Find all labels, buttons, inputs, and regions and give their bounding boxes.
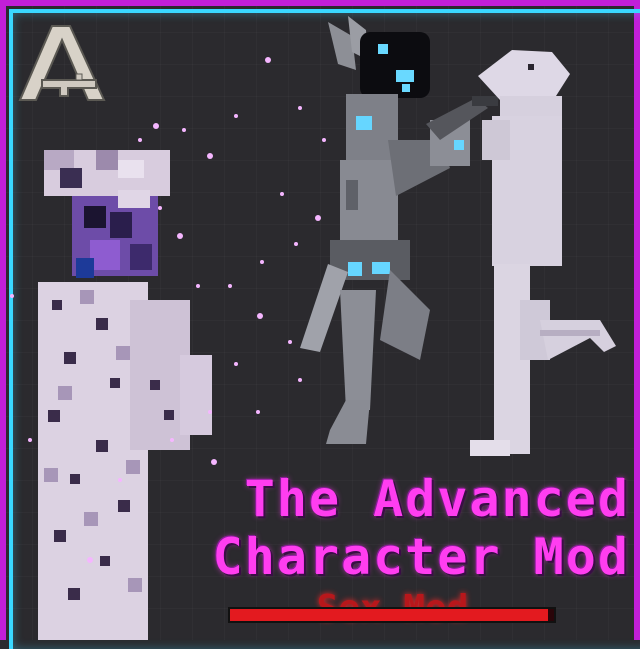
title-line-1: The Advanced — [244, 470, 630, 528]
health-bar — [228, 607, 556, 623]
title-line-2: Character Mod — [212, 528, 630, 586]
health-bar-fill — [230, 609, 548, 621]
